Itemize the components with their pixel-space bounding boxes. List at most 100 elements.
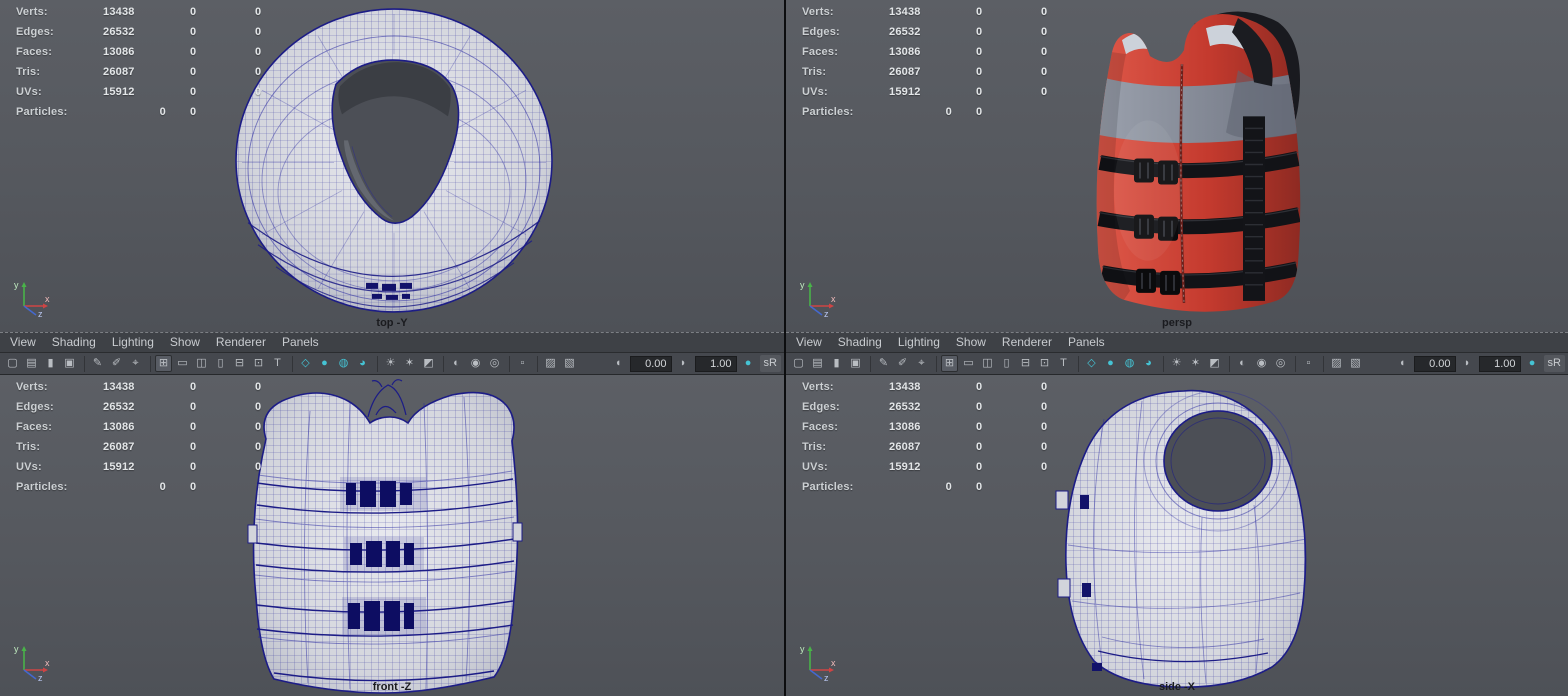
snap-view-icon[interactable]: ⌖ — [127, 355, 144, 372]
menu-renderer[interactable]: Renderer — [208, 333, 274, 352]
hud-value: 15912 — [103, 461, 135, 473]
menu-shading[interactable]: Shading — [44, 333, 104, 352]
shadows-icon[interactable]: ◩ — [1206, 355, 1223, 372]
hud-value: 0 — [976, 421, 983, 433]
hud-value: 0 — [159, 106, 166, 118]
wireframe-on-shaded-icon[interactable]: ◍ — [1121, 355, 1138, 372]
gamma-field[interactable]: 1.00 — [1478, 355, 1521, 372]
hud-value: 0 — [1041, 26, 1048, 38]
occlusion-icon[interactable]: ◐ — [448, 355, 465, 372]
select-camera-icon[interactable]: ▢ — [790, 355, 807, 372]
srgb-gamma-button[interactable]: sR — [759, 355, 781, 372]
safe-title-icon[interactable]: T — [1055, 355, 1072, 372]
gamma-field[interactable]: 1.00 — [694, 355, 737, 372]
gate-mask-icon[interactable]: ▯ — [212, 355, 229, 372]
menu-lighting[interactable]: Lighting — [104, 333, 162, 352]
menu-panels[interactable]: Panels — [274, 333, 327, 352]
film-gate-icon[interactable]: ▭ — [960, 355, 977, 372]
smooth-shade-icon[interactable]: ● — [316, 355, 333, 372]
gate-mask-icon[interactable]: ▯ — [998, 355, 1015, 372]
textured-mode-icon[interactable]: ◕ — [1140, 355, 1157, 372]
resolution-gate-icon[interactable]: ◫ — [193, 355, 210, 372]
menu-show[interactable]: Show — [948, 333, 994, 352]
occlusion-icon[interactable]: ◐ — [1234, 355, 1251, 372]
srgb-gamma-button[interactable]: sR — [1543, 355, 1565, 372]
wireframe-mode-icon[interactable]: ◇ — [1083, 355, 1100, 372]
all-lights-icon[interactable]: ✶ — [401, 355, 418, 372]
resolution-gate-icon[interactable]: ◫ — [979, 355, 996, 372]
hud-value: 0 — [190, 401, 197, 413]
safe-action-icon[interactable]: ⊡ — [1036, 355, 1053, 372]
hud-label: Faces: — [802, 46, 839, 58]
motion-blur-icon[interactable]: ◉ — [1253, 355, 1270, 372]
safe-title-icon[interactable]: T — [269, 355, 286, 372]
grid-icon[interactable]: ⊞ — [155, 355, 172, 372]
safe-action-icon[interactable]: ⊡ — [250, 355, 267, 372]
2d-pan-zoom-icon[interactable]: ✎ — [875, 355, 892, 372]
menu-renderer[interactable]: Renderer — [994, 333, 1060, 352]
wireframe-mode-icon[interactable]: ◇ — [297, 355, 314, 372]
menu-show[interactable]: Show — [162, 333, 208, 352]
image-plane-icon[interactable]: ▣ — [847, 355, 864, 372]
field-chart-icon[interactable]: ⊟ — [1017, 355, 1034, 372]
exposure-field[interactable]: 0.00 — [1413, 355, 1456, 372]
2d-pan-zoom-icon[interactable]: ✎ — [89, 355, 106, 372]
film-gate-icon[interactable]: ▭ — [174, 355, 191, 372]
xray-joints-icon[interactable]: ▧ — [561, 355, 578, 372]
hud-value: 15912 — [889, 461, 921, 473]
isolate-select-icon[interactable]: ▫ — [1300, 355, 1317, 372]
isolate-select-icon[interactable]: ▫ — [514, 355, 531, 372]
motion-blur-icon[interactable]: ◉ — [467, 355, 484, 372]
hud-value: 0 — [190, 86, 197, 98]
viewport-label-top: top -Y — [376, 317, 408, 329]
color-management-icon[interactable]: ● — [740, 355, 757, 372]
bookmark-icon[interactable]: ▮ — [42, 355, 59, 372]
menu-shading[interactable]: Shading — [830, 333, 890, 352]
anti-alias-icon[interactable]: ◎ — [1272, 355, 1289, 372]
hud-label: Verts: — [16, 6, 48, 18]
camera-attributes-icon[interactable]: ▤ — [23, 355, 40, 372]
shadows-icon[interactable]: ◩ — [420, 355, 437, 372]
gamma-icon[interactable]: ◗ — [1459, 355, 1476, 372]
exposure-icon[interactable]: ◖ — [610, 355, 627, 372]
select-camera-icon[interactable]: ▢ — [4, 355, 21, 372]
grid-icon[interactable]: ⊞ — [941, 355, 958, 372]
all-lights-icon[interactable]: ✶ — [1187, 355, 1204, 372]
default-lighting-icon[interactable]: ☀ — [382, 355, 399, 372]
viewport-persp[interactable]: Verts: 13438 0 0 Edges: 26532 0 0 Faces: 13086 0 0 T… — [786, 0, 1568, 332]
grease-pencil-icon[interactable]: ✐ — [894, 355, 911, 372]
life-vest-persp[interactable] — [1096, 11, 1302, 312]
hud-value: 13438 — [103, 6, 135, 18]
field-chart-icon[interactable]: ⊟ — [231, 355, 248, 372]
image-plane-icon[interactable]: ▣ — [61, 355, 78, 372]
xray-joints-icon[interactable]: ▧ — [1347, 355, 1364, 372]
menu-view[interactable]: View — [788, 333, 830, 352]
exposure-field[interactable]: 0.00 — [629, 355, 672, 372]
camera-attributes-icon[interactable]: ▤ — [809, 355, 826, 372]
hud-value: 0 — [1041, 401, 1048, 413]
hud-poly-count: Verts: 13438 0 0 Edges: 26532 0 0 Faces: 13086 0 0 T… — [802, 377, 1081, 497]
smooth-shade-icon[interactable]: ● — [1102, 355, 1119, 372]
snap-view-icon[interactable]: ⌖ — [913, 355, 930, 372]
menu-view[interactable]: View — [2, 333, 44, 352]
anti-alias-icon[interactable]: ◎ — [486, 355, 503, 372]
default-lighting-icon[interactable]: ☀ — [1168, 355, 1185, 372]
life-vest-side[interactable] — [1055, 389, 1307, 688]
xray-icon[interactable]: ▨ — [542, 355, 559, 372]
hud-label: Verts: — [16, 381, 48, 393]
hud-value: 26087 — [103, 66, 135, 78]
viewport-label-side: side -X — [1158, 681, 1196, 693]
gamma-icon[interactable]: ◗ — [675, 355, 692, 372]
menu-lighting[interactable]: Lighting — [890, 333, 948, 352]
viewport-side[interactable]: Verts: 13438 0 0 Edges: 26532 0 0 Faces: 13086 0 0 T… — [786, 375, 1568, 696]
grease-pencil-icon[interactable]: ✐ — [108, 355, 125, 372]
xray-icon[interactable]: ▨ — [1328, 355, 1345, 372]
wireframe-on-shaded-icon[interactable]: ◍ — [335, 355, 352, 372]
textured-mode-icon[interactable]: ◕ — [354, 355, 371, 372]
menu-panels[interactable]: Panels — [1060, 333, 1113, 352]
viewport-top[interactable]: Verts: 13438 0 0 Edges: 26532 0 0 Faces: 13086 0 0 T… — [0, 0, 784, 332]
exposure-icon[interactable]: ◖ — [1394, 355, 1411, 372]
bookmark-icon[interactable]: ▮ — [828, 355, 845, 372]
color-management-icon[interactable]: ● — [1524, 355, 1541, 372]
viewport-front[interactable]: Verts: 13438 0 0 Edges: 26532 0 0 Faces: 13086 0 0 T… — [0, 375, 784, 696]
